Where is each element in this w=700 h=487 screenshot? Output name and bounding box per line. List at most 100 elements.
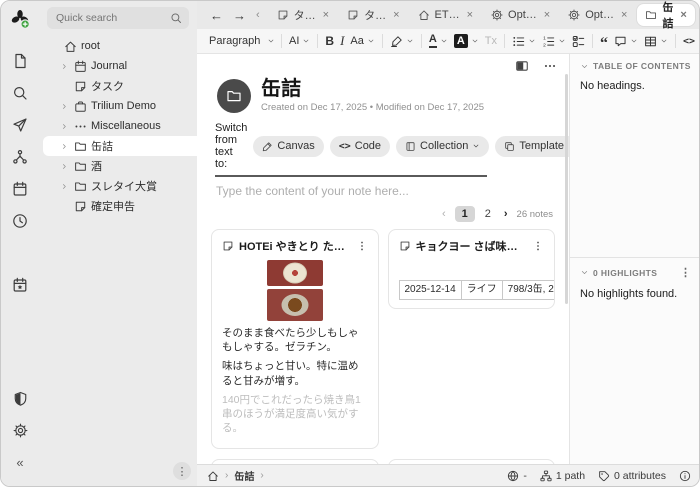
expand-icon[interactable] [59,122,70,131]
tab-ET…[interactable]: ET…× [410,4,482,26]
italic-button[interactable]: I [337,33,347,49]
note-card[interactable]: HOTEi やきとり たれ味そのまま食べたら少しもしゃもしゃする。ゼラチン。味は… [211,229,379,449]
language-selector[interactable]: - [507,470,527,482]
toc-header[interactable]: TABLE OF CONTENTS [580,61,691,71]
tab-タ…[interactable]: タ…× [339,4,407,26]
gear-icon [568,9,580,21]
switch-to-template-button[interactable]: Template [495,136,569,157]
tab-缶詰[interactable]: 缶詰× [637,4,694,26]
paragraph-style-label: Paragraph [209,35,260,47]
remove-format-button[interactable]: Tx [482,35,500,47]
tab-scroll-right-button[interactable]: › [695,8,700,23]
page-next-button[interactable]: › [504,208,508,220]
note-info-icon[interactable] [679,470,691,482]
search-button[interactable] [7,80,33,106]
tree-item-Trilium Demo[interactable]: Trilium Demo [39,96,197,116]
ai-tools-button[interactable]: AI [286,35,313,47]
switch-to-collection-button[interactable]: Collection [396,136,489,157]
close-icon[interactable]: × [393,9,399,21]
note-content-editor[interactable]: Type the content of your note here... [216,184,569,198]
expand-icon[interactable] [59,162,70,171]
tree-item-スレタイ大賞[interactable]: スレタイ大賞 [39,176,197,196]
callout-button[interactable] [611,35,641,48]
note-title[interactable]: 缶詰 [261,78,484,100]
collapse-sidebar-button[interactable]: « [7,449,33,475]
tree-item-root[interactable]: root [39,36,197,56]
expand-icon[interactable] [59,182,70,191]
settings-button[interactable] [7,417,33,443]
bold-button[interactable]: B [322,34,337,48]
switch-to-code-button[interactable]: <>Code [330,136,390,157]
highlights-more-icon[interactable]: ⋮ [680,266,691,279]
bulleted-list-button[interactable] [509,35,539,48]
home-icon[interactable] [207,470,219,482]
note-type-badge[interactable] [217,79,251,113]
close-icon[interactable]: × [680,9,686,21]
tree-item-Journal[interactable]: Journal [39,56,197,76]
tab-タ…[interactable]: タ…× [269,4,337,26]
expand-icon[interactable] [59,142,70,151]
jump-to-note-button[interactable] [7,112,33,138]
protected-session-button[interactable] [7,385,33,411]
code-block-button[interactable]: <> [680,36,698,47]
insert-table-icon [644,35,657,48]
expand-icon[interactable] [59,62,70,71]
child-notes-grid: HOTEi やきとり たれ味そのまま食べたら少しもしゃもしゃする。ゼラチン。味は… [197,229,569,464]
tab-Opt…[interactable]: Opt…× [483,4,558,26]
card-title: キョクヨー さば味噌煮 高い [416,238,528,254]
toggle-left-pane-icon[interactable] [515,59,529,73]
tab-scroll-left-button[interactable]: ‹ [251,9,265,21]
recent-changes-button[interactable] [7,208,33,234]
tree-item-Miscellaneous[interactable]: Miscellaneous [39,116,197,136]
page-2-button[interactable]: 2 [481,206,495,222]
tree-item-酒[interactable]: 酒 [39,156,197,176]
callout-icon [614,35,627,48]
history-forward-button[interactable]: → [228,8,251,23]
chevron-down-icon [367,37,375,45]
tab-Opt…[interactable]: Opt…× [560,4,635,26]
quick-search[interactable] [47,7,189,29]
card-menu-icon[interactable] [356,240,368,252]
highlights-header[interactable]: 0 HIGHLIGHTS ⋮ [580,266,691,279]
highlight-button[interactable] [387,35,417,48]
note-card[interactable]: キョクヨー さば味噌煮 高い2025-12-14ライフ798/3缶, 266円 … [388,229,556,309]
switch-to-canvas-button[interactable]: Canvas [253,136,323,157]
new-note-button[interactable] [7,48,33,74]
expand-icon[interactable] [59,102,70,111]
close-icon[interactable]: × [544,9,550,21]
attributes-button[interactable]: 0 attributes [598,470,666,482]
tree-actions-button[interactable]: ⋮ [173,462,191,480]
page-prev-button[interactable]: ‹ [442,208,446,220]
tree-item-缶詰[interactable]: 缶詰 [43,136,197,156]
numbered-list-button[interactable]: 12 [539,35,569,48]
quick-search-input[interactable] [54,11,170,25]
page-1-button[interactable]: 1 [455,206,475,222]
close-icon[interactable]: × [323,9,329,21]
pagination: ‹ 12 › 26 notes [197,206,553,222]
font-color-button[interactable]: A [426,34,451,48]
todo-list-button[interactable] [569,35,588,48]
close-icon[interactable]: × [467,9,473,21]
tree-item-タスク[interactable]: タスク [39,76,197,96]
note-more-icon[interactable] [543,59,557,73]
note-paths-button[interactable]: 1 path [540,470,585,482]
calendar-icon [12,181,28,197]
block-quote-button[interactable]: “ [597,38,611,44]
breadcrumb-note[interactable]: 缶詰 [234,468,254,483]
ribbon-underline [215,175,487,177]
note-scrollbar[interactable] [565,74,568,304]
paragraph-style-button[interactable]: Paragraph [207,35,277,47]
card-menu-icon[interactable] [532,240,544,252]
font-size-button[interactable]: Aa [347,35,377,47]
insert-table-button[interactable] [641,35,671,48]
italic-label: I [340,33,344,49]
calendar-button[interactable] [7,176,33,202]
close-icon[interactable]: × [621,9,627,21]
tree-item-確定申告[interactable]: 確定申告 [39,196,197,216]
today-button[interactable] [7,272,33,298]
house-icon [418,9,430,21]
table-cell: ライフ [461,281,502,300]
note-map-button[interactable] [7,144,33,170]
background-color-button[interactable]: A [451,34,482,48]
history-back-button[interactable]: ← [205,8,228,23]
